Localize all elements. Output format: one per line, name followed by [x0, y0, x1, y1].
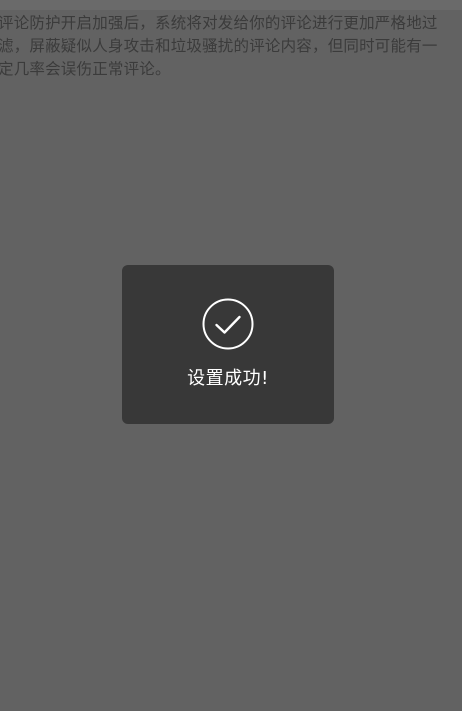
check-circle-icon: [202, 298, 254, 350]
success-toast: 设置成功!: [122, 265, 334, 424]
comment-protection-description: 评论防护开启加强后，系统将对发给你的评论进行更加严格地过 滤，屏蔽疑似人身攻击和…: [0, 14, 438, 78]
top-bar-strip: [0, 0, 462, 10]
toast-message: 设置成功!: [187, 368, 269, 389]
